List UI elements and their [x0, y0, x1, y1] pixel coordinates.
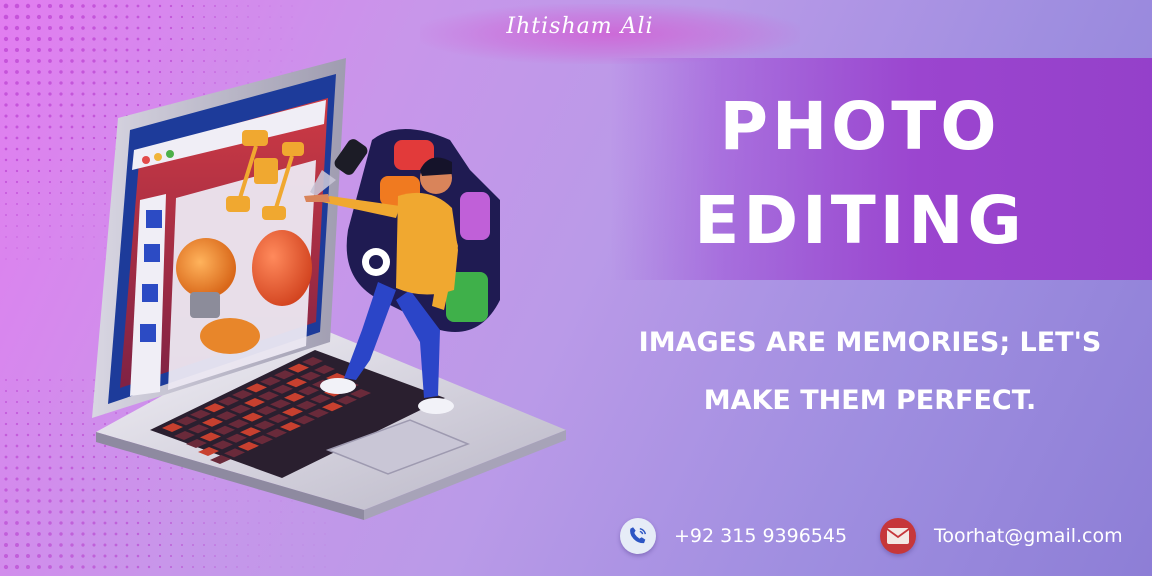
headline: PHOTO EDITING [610, 80, 1110, 268]
headline-line2: EDITING [694, 182, 1026, 259]
tagline: IMAGES ARE MEMORIES; LET'S MAKE THEM PER… [610, 314, 1130, 430]
email-address[interactable]: Toorhat@gmail.com [934, 525, 1123, 547]
phone-icon [620, 518, 656, 554]
headline-line1: PHOTO [719, 88, 1001, 165]
tagline-line1: IMAGES ARE MEMORIES; LET'S [638, 327, 1102, 358]
phone-contact[interactable]: +92 315 9396545 [620, 516, 847, 556]
mail-icon [880, 518, 916, 554]
red-disk [252, 230, 312, 306]
photo-editing-illustration [92, 58, 566, 520]
tagline-line2: MAKE THEM PERFECT. [703, 385, 1037, 416]
phone-number[interactable]: +92 315 9396545 [674, 525, 847, 547]
banner: Ihtisham Ali PHOTO EDITING IMAGES ARE ME… [0, 0, 1152, 576]
email-contact[interactable]: Toorhat@gmail.com [880, 516, 1123, 556]
